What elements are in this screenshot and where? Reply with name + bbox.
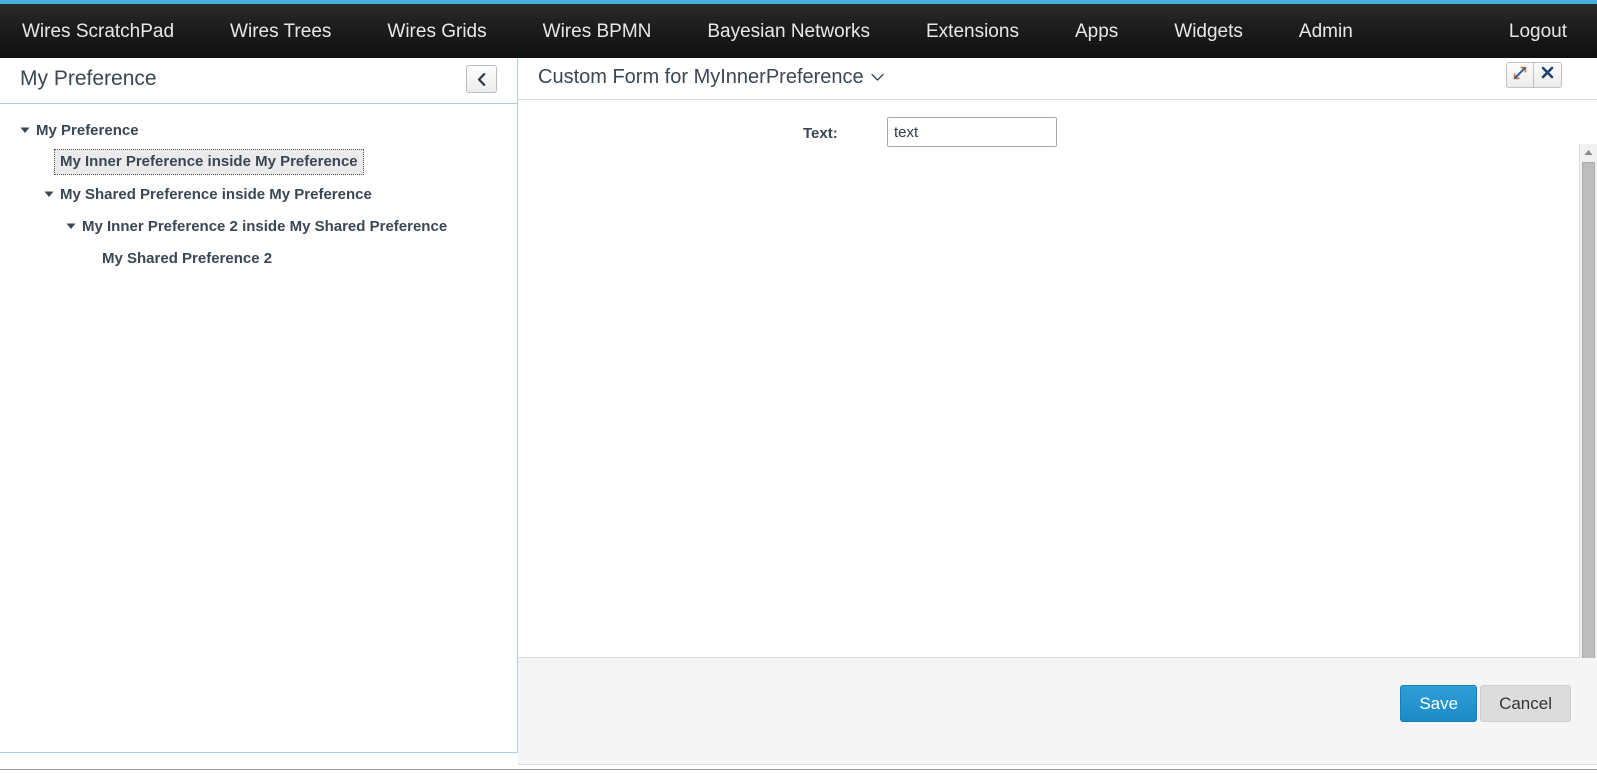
caret-down-icon[interactable] [44, 190, 60, 198]
tree-node-my-inner-preference-inside-my-preference[interactable]: My Inner Preference inside My Preference [0, 146, 517, 178]
top-navbar: Wires ScratchPad Wires Trees Wires Grids… [0, 0, 1597, 58]
tree-node-my-preference[interactable]: My Preference [0, 114, 517, 146]
window-bottom-edge [0, 769, 1597, 773]
tree-node-label: My Shared Preference 2 [102, 249, 273, 267]
form-title-dropdown[interactable]: Custom Form for MyInnerPreference [538, 66, 884, 89]
chevron-down-icon[interactable] [870, 73, 884, 82]
tree-node-label: My Inner Preference 2 inside My Shared P… [82, 217, 448, 235]
form-header-actions [1506, 62, 1562, 88]
scrollbar-thumb[interactable] [1582, 162, 1595, 664]
expand-arrows-icon [1513, 66, 1527, 85]
nav-wires-scratchpad[interactable]: Wires ScratchPad [22, 22, 174, 41]
form-action-buttons: Save Cancel [1400, 685, 1571, 722]
sidebar-header: My Preference [0, 58, 517, 104]
text-field-label: Text: [803, 125, 838, 142]
form-header: Custom Form for MyInnerPreference [518, 58, 1597, 100]
text-input[interactable] [887, 117, 1057, 147]
nav-apps[interactable]: Apps [1075, 22, 1118, 41]
tree-node-my-shared-preference-2[interactable]: My Shared Preference 2 [0, 242, 517, 274]
form-title-text: Custom Form for MyInnerPreference [538, 66, 864, 88]
tree-node-my-shared-preference-inside-my-preference[interactable]: My Shared Preference inside My Preferenc… [0, 178, 517, 210]
caret-down-icon[interactable] [20, 126, 36, 134]
close-form-button[interactable] [1534, 62, 1562, 88]
form-scrollbar[interactable] [1579, 144, 1597, 701]
chevron-left-icon [476, 72, 487, 86]
navbar-secondary-links: Logout [1509, 22, 1597, 41]
nav-logout[interactable]: Logout [1509, 22, 1567, 41]
scrollbar-up-arrow[interactable] [1580, 144, 1597, 161]
preference-tree: My Preference My Inner Preference inside… [0, 105, 517, 274]
nav-wires-bpmn[interactable]: Wires BPMN [543, 22, 652, 41]
nav-admin[interactable]: Admin [1299, 22, 1353, 41]
tree-node-label: My Preference [36, 121, 139, 139]
collapse-sidebar-button[interactable] [466, 65, 497, 93]
sidebar-title: My Preference [20, 67, 157, 90]
nav-wires-grids[interactable]: Wires Grids [387, 22, 486, 41]
caret-down-icon[interactable] [66, 222, 82, 230]
close-x-icon [1541, 66, 1554, 84]
nav-bayesian-networks[interactable]: Bayesian Networks [707, 22, 870, 41]
nav-wires-trees[interactable]: Wires Trees [230, 22, 331, 41]
form-body: Text: [518, 101, 1597, 701]
nav-widgets[interactable]: Widgets [1174, 22, 1243, 41]
nav-extensions[interactable]: Extensions [926, 22, 1019, 41]
navbar-primary-links: Wires ScratchPad Wires Trees Wires Grids… [0, 22, 1409, 41]
save-button[interactable]: Save [1400, 685, 1478, 722]
form-footer: Save Cancel [518, 658, 1597, 765]
tree-node-label: My Shared Preference inside My Preferenc… [60, 185, 372, 203]
tree-node-label: My Inner Preference inside My Preference [54, 149, 364, 175]
cancel-button[interactable]: Cancel [1480, 685, 1571, 722]
expand-form-button[interactable] [1506, 62, 1534, 88]
preference-tree-panel: My Preference My Preference My Inner Pre… [0, 58, 518, 753]
tree-node-my-inner-preference-2-inside-my-shared-preference[interactable]: My Inner Preference 2 inside My Shared P… [0, 210, 517, 242]
custom-form-panel: Custom Form for MyInnerPreference Text: … [518, 58, 1597, 770]
